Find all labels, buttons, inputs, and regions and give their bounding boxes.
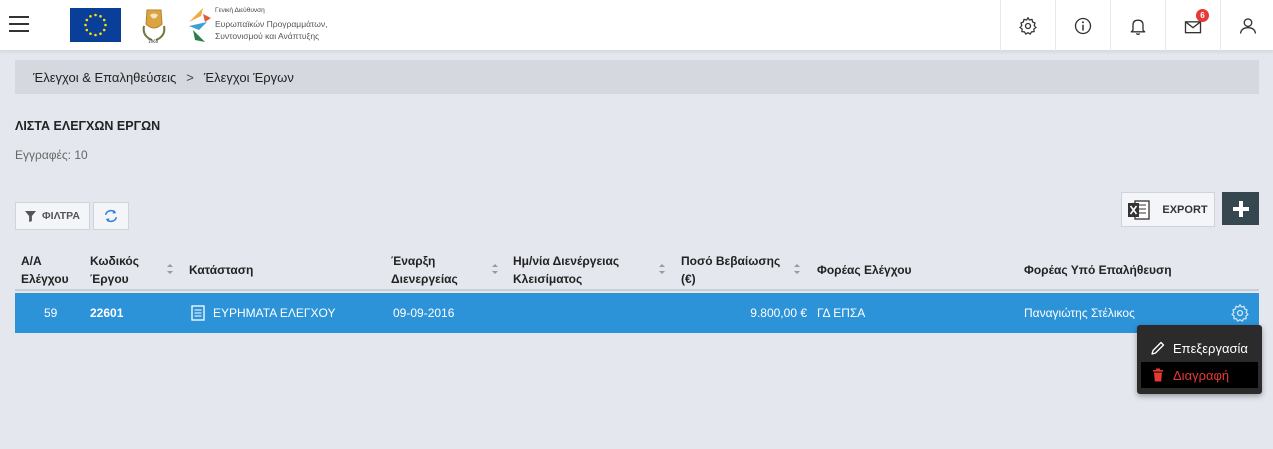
table-row[interactable]: 59 22601 ΕΥΡΗΜΑΤΑ ΕΛΕΓΧΟΥ 09-09-2016 9.8… (15, 293, 1259, 333)
logo-text-line: Ευρωπαϊκών Προγραμμάτων, (215, 19, 328, 29)
filters-button[interactable]: ΦΙΛΤΡΑ (15, 202, 90, 230)
sort-icon[interactable] (166, 262, 174, 276)
eu-flag-logo (70, 8, 121, 42)
cell-control-body: ΓΔ ΕΠΣΑ (817, 306, 866, 320)
edit-label: Επεξεργασία (1173, 340, 1248, 356)
gear-icon (1019, 16, 1037, 35)
cell-aa: 59 (44, 306, 58, 320)
breadcrumb-separator: > (186, 69, 194, 85)
breadcrumb: Έλεγχοι & Επαληθεύσεις > Έλεγχοι Έργων (15, 60, 1259, 94)
notification-badge: 6 (1196, 9, 1209, 22)
column-header-project-code[interactable]: Κωδικός Έργου (90, 248, 139, 291)
column-header-amount[interactable]: Ποσό Βεβαίωσης (€) (681, 248, 780, 291)
bell-icon (1130, 19, 1146, 35)
refresh-icon (104, 209, 118, 223)
settings-button[interactable] (1000, 0, 1055, 51)
column-header-close-date[interactable]: Ημ/νία Διενέργειας Κλεισίματος (513, 248, 619, 291)
sort-icon[interactable] (658, 262, 666, 276)
table-header: Α/Α Ελέγχου Κωδικός Έργου Κατάσταση Έναρξη… (15, 248, 1259, 291)
cell-audited-body: Παναγιώτης Στέλικος (1024, 306, 1135, 320)
sort-icon[interactable] (793, 262, 801, 276)
info-icon (1074, 17, 1092, 34)
column-header-control-body[interactable]: Φορέας Ελέγχου (817, 248, 912, 291)
top-bar: 1960 Γενική Διεύθυνση Ευρωπαϊκών Προγραμ… (0, 0, 1273, 51)
sort-icon[interactable] (491, 262, 499, 276)
hamburger-menu-icon[interactable] (9, 16, 29, 34)
notifications-button[interactable] (1110, 0, 1165, 51)
column-header-aa[interactable]: Α/Α Ελέγχου (21, 248, 69, 291)
plus-icon (1232, 200, 1249, 217)
trash-icon (1153, 368, 1163, 382)
column-header-status[interactable]: Κατάσταση (189, 248, 253, 291)
add-button[interactable] (1222, 192, 1259, 225)
cyprus-emblem-logo: 1960 (138, 6, 170, 44)
export-button[interactable]: EXPORT (1121, 192, 1215, 227)
delete-menu-item[interactable]: Διαγραφή (1141, 362, 1258, 388)
column-header-start-date[interactable]: Έναρξη Διενεργείας (391, 248, 458, 291)
info-button[interactable] (1055, 0, 1110, 51)
delete-label: Διαγραφή (1173, 367, 1230, 383)
cell-status: ΕΥΡΗΜΑΤΑ ΕΛΕΓΧΟΥ (191, 293, 336, 333)
breadcrumb-item-checks[interactable]: Έλεγχοι & Επαληθεύσεις (33, 70, 176, 85)
cell-start-date: 09-09-2016 (393, 306, 455, 320)
cell-amount: 9.800,00 € (750, 306, 807, 320)
excel-icon (1128, 199, 1151, 220)
filter-icon (25, 210, 37, 222)
logo-text-line: Γενική Διεύθυνση (215, 7, 265, 14)
filters-label: ΦΙΛΤΡΑ (42, 210, 80, 222)
column-header-audited-body[interactable]: Φορέας Υπό Επαλήθευση (1024, 248, 1172, 291)
user-icon (1239, 17, 1257, 34)
pencil-icon (1151, 341, 1165, 355)
gear-icon (1231, 304, 1249, 322)
export-label: EXPORT (1162, 203, 1208, 216)
logo-text-line: Συντονισμού και Ανάπτυξης (215, 31, 320, 41)
record-count: Εγγραφές: 10 (15, 148, 88, 162)
user-profile-button[interactable] (1220, 0, 1273, 51)
messages-button[interactable]: 6 (1165, 0, 1220, 51)
refresh-button[interactable] (93, 202, 129, 230)
edit-menu-item[interactable]: Επεξεργασία (1141, 335, 1258, 361)
directorate-logo: Γενική Διεύθυνση Ευρωπαϊκών Προγραμμάτων… (185, 4, 345, 46)
cell-project-code: 22601 (90, 306, 124, 320)
row-actions-menu: Επεξεργασία Διαγραφή (1137, 325, 1262, 394)
page-title: ΛΙΣΤΑ ΕΛΕΓΧΩΝ ΕΡΓΩΝ (15, 119, 161, 133)
status-label: ΕΥΡΗΜΑΤΑ ΕΛΕΓΧΟΥ (213, 306, 336, 320)
breadcrumb-item-project-checks[interactable]: Έλεγχοι Έργων (204, 70, 294, 85)
document-icon (191, 305, 205, 321)
svg-text:1960: 1960 (148, 39, 159, 44)
